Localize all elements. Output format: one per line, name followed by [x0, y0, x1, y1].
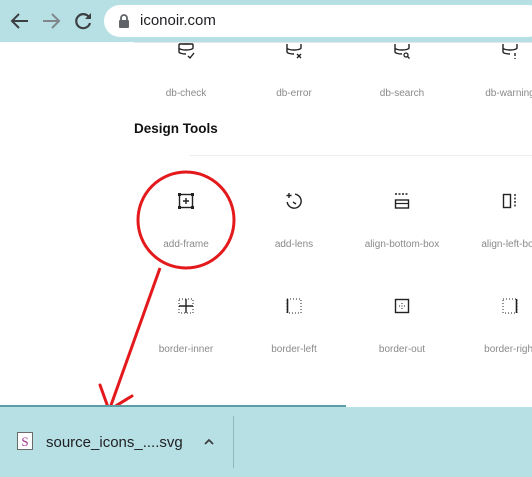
icon-label: border-right	[484, 344, 532, 355]
forward-button[interactable]	[39, 9, 63, 33]
icon-label: db-error	[276, 88, 312, 99]
svg-text:S: S	[21, 434, 28, 449]
icon-card-add-frame[interactable]: add-frame	[132, 191, 240, 250]
icon-label: align-bottom-box	[364, 239, 440, 250]
shelf-separator	[233, 416, 234, 468]
icon-label: align-left-box	[481, 239, 532, 250]
back-button[interactable]	[8, 9, 32, 33]
icon-label: db-check	[165, 88, 207, 99]
icon-card-db-search[interactable]: db-search	[348, 42, 456, 99]
reload-icon	[75, 13, 92, 30]
browser-toolbar: iconoir.com	[0, 0, 532, 42]
reload-button[interactable]	[71, 9, 95, 33]
icon-label: border-left	[271, 344, 317, 355]
address-bar[interactable]: iconoir.com	[104, 5, 532, 37]
arrow-right-icon	[43, 13, 61, 29]
icon-card-add-lens[interactable]: add-lens	[240, 191, 348, 250]
add-frame-icon	[176, 191, 196, 211]
svg-file-icon: S	[17, 432, 33, 450]
icon-card-border-right[interactable]: border-right	[456, 296, 532, 355]
db-warning-icon	[500, 42, 520, 62]
border-out-icon	[392, 296, 412, 316]
section-divider	[190, 155, 532, 156]
icon-label: db-warning	[485, 88, 532, 99]
db-check-icon	[176, 42, 196, 62]
lock-icon	[119, 14, 129, 28]
url-text: iconoir.com	[140, 12, 216, 29]
section-title: Design Tools	[134, 121, 218, 136]
db-search-icon	[392, 42, 412, 62]
annotation-arrow-line	[108, 267, 162, 409]
icon-label: border-out	[378, 344, 426, 355]
align-left-box-icon	[500, 191, 520, 211]
icon-card-align-bottom-box[interactable]: align-bottom-box	[348, 191, 456, 250]
db-error-icon	[284, 42, 304, 62]
icon-label: add-lens	[274, 239, 314, 250]
border-right-icon	[500, 296, 520, 316]
icon-card-db-warning[interactable]: db-warning	[456, 42, 532, 99]
icon-card-align-left-box[interactable]: align-left-box	[456, 191, 532, 250]
download-shelf: S source_icons_....svg	[0, 407, 532, 477]
icon-label: db-search	[379, 88, 425, 99]
icon-label: border-inner	[158, 344, 214, 355]
icon-card-border-inner[interactable]: border-inner	[132, 296, 240, 355]
arrow-left-icon	[10, 13, 28, 29]
icon-card-border-left[interactable]: border-left	[240, 296, 348, 355]
icon-card-db-check[interactable]: db-check	[132, 42, 240, 99]
chevron-up-icon[interactable]	[202, 435, 216, 449]
download-filename: source_icons_....svg	[46, 434, 183, 451]
icon-label: add-frame	[163, 239, 209, 250]
add-lens-icon	[284, 191, 304, 211]
border-inner-icon	[176, 296, 196, 316]
align-bottom-box-icon	[392, 191, 412, 211]
download-item[interactable]: S source_icons_....svg	[0, 407, 232, 477]
icon-card-db-error[interactable]: db-error	[240, 42, 348, 99]
icon-card-border-out[interactable]: border-out	[348, 296, 456, 355]
border-left-icon	[284, 296, 304, 316]
